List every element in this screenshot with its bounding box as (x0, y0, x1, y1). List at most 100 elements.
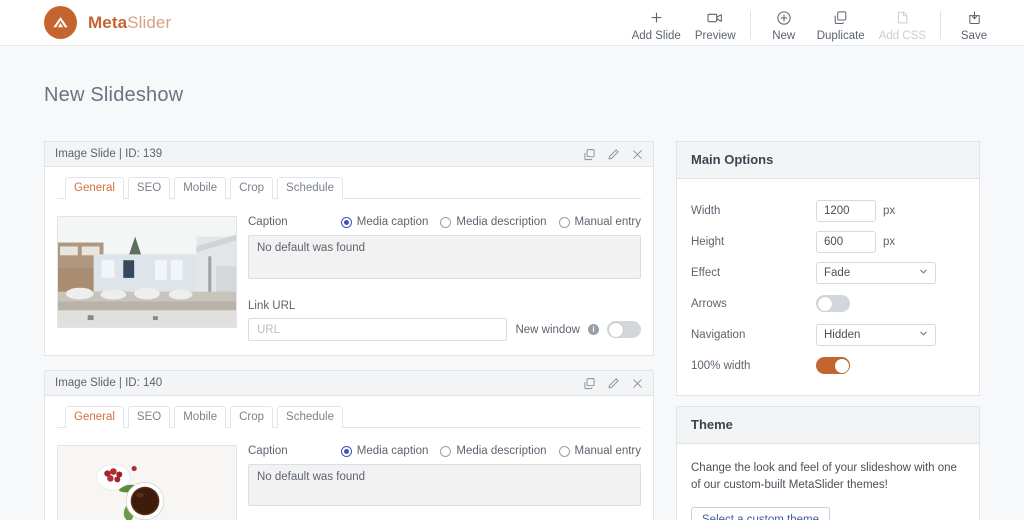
main-options-header: Main Options (677, 142, 979, 179)
tab-general[interactable]: General (65, 406, 124, 428)
slide-card: Image Slide | ID: 140 General SEO Mobile… (44, 370, 654, 520)
tab-crop[interactable]: Crop (230, 177, 274, 199)
radio-media-caption[interactable]: Media caption (340, 445, 429, 457)
radio-media-caption-label: Media caption (356, 445, 429, 457)
radio-dot-icon (340, 445, 352, 457)
navigation-label: Navigation (691, 328, 746, 341)
page-title: New Slideshow (44, 84, 184, 106)
width-input[interactable] (816, 199, 876, 222)
slide-header-title: Image Slide | ID: 140 (55, 377, 163, 389)
select-custom-theme-button[interactable]: Select a custom theme (691, 507, 830, 520)
copy-icon (833, 9, 848, 27)
preview-button[interactable]: Preview (688, 9, 743, 42)
close-icon[interactable] (631, 148, 644, 161)
video-camera-icon (707, 9, 723, 27)
slide-tabs: General SEO Mobile Crop Schedule (57, 405, 641, 428)
close-icon[interactable] (631, 377, 644, 390)
effect-select[interactable]: Fade (816, 261, 936, 284)
radio-media-description[interactable]: Media description (440, 216, 547, 228)
effect-select-wrap: Fade (816, 261, 936, 284)
tab-seo[interactable]: SEO (127, 177, 171, 199)
radio-dot-icon (558, 216, 570, 228)
duplicate-icon[interactable] (583, 148, 596, 161)
radio-dot-icon (558, 445, 570, 457)
radio-media-caption[interactable]: Media caption (340, 216, 428, 228)
caption-textarea[interactable] (248, 464, 641, 506)
radio-dot-icon (440, 445, 452, 457)
duplicate-button[interactable]: Duplicate (810, 9, 872, 42)
radio-manual-entry-label: Manual entry (574, 216, 641, 228)
height-row: Height px (691, 226, 965, 257)
add-slide-button[interactable]: Add Slide (625, 9, 688, 42)
full-width-toggle[interactable] (816, 357, 850, 374)
radio-manual-entry[interactable]: Manual entry (558, 445, 641, 457)
height-label: Height (691, 235, 725, 248)
theme-title: Theme (691, 417, 733, 432)
height-unit: px (883, 235, 896, 248)
save-button[interactable]: Save (948, 9, 1000, 42)
caption-textarea[interactable] (248, 235, 641, 279)
edit-icon[interactable] (607, 148, 620, 161)
theme-header: Theme (677, 407, 979, 444)
full-width-label: 100% width (691, 359, 751, 372)
add-slide-label: Add Slide (631, 29, 681, 42)
new-button[interactable]: New (758, 9, 810, 42)
mountain-logo-icon (44, 6, 77, 39)
brand-meta-text: Meta (88, 12, 128, 32)
radio-manual-entry[interactable]: Manual entry (558, 216, 641, 228)
brand-logo-area[interactable]: MetaSlider (44, 6, 171, 39)
slide-thumbnail[interactable] (57, 216, 237, 328)
toggle-knob (608, 322, 623, 337)
tab-crop[interactable]: Crop (230, 406, 274, 428)
arrows-label: Arrows (691, 297, 727, 310)
caption-label: Caption (248, 445, 288, 457)
brand-wordmark: MetaSlider (88, 13, 171, 33)
toolbar-divider-2 (940, 10, 941, 39)
radio-media-description-label: Media description (456, 445, 547, 457)
edit-icon[interactable] (607, 377, 620, 390)
preview-label: Preview (694, 29, 736, 42)
theme-description: Change the look and feel of your slidesh… (691, 462, 957, 491)
main-options-body: Width px Height px Effect Fade (677, 179, 979, 395)
tab-schedule[interactable]: Schedule (277, 406, 344, 428)
radio-media-description-label: Media description (456, 216, 547, 228)
height-input[interactable] (816, 230, 876, 253)
radio-media-description[interactable]: Media description (440, 445, 547, 457)
slide-content: Caption Media caption Media description (57, 428, 641, 520)
radio-manual-entry-label: Manual entry (574, 445, 641, 457)
options-column: Main Options Width px Height px Effect (676, 141, 980, 520)
full-width-row: 100% width (691, 350, 965, 381)
navigation-select[interactable]: Hidden (816, 323, 936, 346)
duplicate-icon[interactable] (583, 377, 596, 390)
brand-slider-text: Slider (127, 12, 172, 32)
content-columns: Image Slide | ID: 139 General SEO Mobile… (44, 141, 980, 520)
slide-header-actions (583, 148, 644, 161)
tab-general[interactable]: General (65, 177, 124, 199)
link-url-label: Link URL (248, 300, 296, 312)
new-window-label: New window (515, 323, 580, 336)
tab-mobile[interactable]: Mobile (174, 177, 227, 199)
new-window-toggle[interactable] (607, 321, 641, 338)
link-url-input[interactable] (248, 318, 508, 341)
radio-dot-icon (340, 216, 352, 228)
tab-seo[interactable]: SEO (127, 406, 171, 428)
page-body: New Slideshow Image Slide | ID: 139 Gene… (0, 46, 1024, 520)
info-icon[interactable]: i (588, 324, 599, 335)
slide-thumbnail[interactable] (57, 445, 237, 520)
radio-dot-icon (440, 216, 452, 228)
width-unit: px (883, 204, 896, 217)
slide-fields: Caption Media caption Media description (248, 216, 641, 341)
tab-mobile[interactable]: Mobile (174, 406, 227, 428)
theme-panel: Theme Change the look and feel of your s… (676, 406, 980, 520)
slide-tabs: General SEO Mobile Crop Schedule (57, 176, 641, 199)
add-css-button[interactable]: Add CSS (872, 9, 933, 42)
slide-fields: Caption Media caption Media description (248, 445, 641, 520)
main-options-panel: Main Options Width px Height px Effect (676, 141, 980, 396)
arrows-toggle[interactable] (816, 295, 850, 312)
caption-row: Caption Media caption Media description (248, 216, 641, 228)
caption-row: Caption Media caption Media description (248, 445, 641, 457)
tab-schedule[interactable]: Schedule (277, 177, 344, 199)
css-page-icon (895, 9, 910, 27)
caption-source-radios: Media caption Media description Manual e… (340, 445, 641, 457)
main-options-title: Main Options (691, 152, 774, 167)
